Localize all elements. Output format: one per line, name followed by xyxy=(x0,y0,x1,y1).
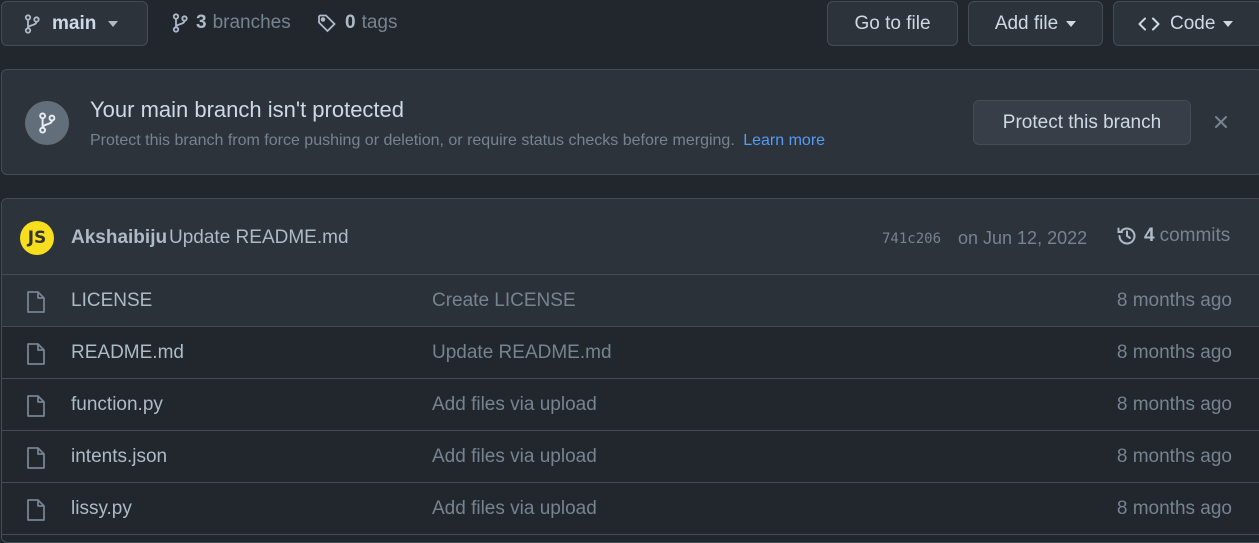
tags-label: tags xyxy=(361,12,398,33)
file-icon xyxy=(26,446,46,470)
file-age: 8 months ago xyxy=(1116,290,1232,311)
go-to-file-label: Go to file xyxy=(854,12,931,34)
branch-name: main xyxy=(52,12,97,34)
protect-branch-button[interactable]: Protect this branch xyxy=(973,100,1191,145)
commits-label: commits xyxy=(1159,225,1231,246)
table-row[interactable]: lissy.py Add files via upload 8 months a… xyxy=(2,483,1259,535)
commits-history-link[interactable]: 4 commits xyxy=(1116,225,1230,247)
repo-toolbar: main 3 branches 0 tags Go to file Add fi… xyxy=(0,0,1259,48)
tags-link[interactable]: 0 tags xyxy=(317,12,398,34)
tags-count: 0 xyxy=(345,12,356,33)
file-icon xyxy=(26,394,46,418)
x-icon[interactable] xyxy=(1213,114,1229,130)
history-icon xyxy=(1116,225,1138,247)
file-commit-message[interactable]: Add files via upload xyxy=(432,394,597,416)
banner-description: Protect this branch from force pushing o… xyxy=(90,132,825,150)
table-row[interactable]: README.md Update README.md 8 months ago xyxy=(2,327,1259,379)
add-file-label: Add file xyxy=(994,12,1059,34)
table-row[interactable]: LICENSE Create LICENSE 8 months ago xyxy=(2,275,1259,327)
file-name[interactable]: lissy.py xyxy=(71,498,132,520)
avatar[interactable]: JS xyxy=(20,221,54,255)
latest-commit-header: JS Akshaibiju Update README.md 741c206 o… xyxy=(2,199,1259,275)
triangle-down-icon xyxy=(108,20,119,27)
commits-count: 4 xyxy=(1144,225,1155,246)
file-commit-message[interactable]: Update README.md xyxy=(432,342,612,364)
commit-sha[interactable]: 741c206 xyxy=(882,231,941,247)
commit-date: on Jun 12, 2022 xyxy=(958,228,1088,248)
file-icon xyxy=(26,342,46,366)
file-icon xyxy=(26,290,46,314)
tag-icon xyxy=(317,13,337,33)
file-name[interactable]: function.py xyxy=(71,394,163,416)
code-button[interactable]: Code xyxy=(1113,1,1259,46)
table-row[interactable]: intents.json Add files via upload 8 mont… xyxy=(2,431,1259,483)
go-to-file-button[interactable]: Go to file xyxy=(827,1,958,46)
triangle-down-icon xyxy=(1066,20,1077,27)
file-name[interactable]: README.md xyxy=(71,342,184,364)
banner-title: Your main branch isn't protected xyxy=(90,97,405,122)
branches-label: branches xyxy=(212,12,291,33)
git-branch-icon xyxy=(172,13,188,33)
branch-select-button[interactable]: main xyxy=(1,1,148,46)
file-icon xyxy=(26,498,46,522)
commit-message[interactable]: Update README.md xyxy=(169,227,349,249)
git-branch-icon xyxy=(25,101,69,145)
file-commit-message[interactable]: Create LICENSE xyxy=(432,290,576,312)
protect-branch-label: Protect this branch xyxy=(1002,111,1162,133)
table-row[interactable]: function.py Add files via upload 8 month… xyxy=(2,379,1259,431)
commit-author[interactable]: Akshaibiju xyxy=(71,227,167,249)
file-commit-message[interactable]: Add files via upload xyxy=(432,446,597,468)
branch-protection-banner: Your main branch isn't protected Protect… xyxy=(1,69,1259,175)
file-age: 8 months ago xyxy=(1116,342,1232,363)
code-label: Code xyxy=(1170,12,1216,34)
file-age: 8 months ago xyxy=(1116,394,1232,415)
file-age: 8 months ago xyxy=(1116,446,1232,467)
branches-link[interactable]: 3 branches xyxy=(172,12,291,34)
add-file-button[interactable]: Add file xyxy=(968,1,1103,46)
file-age: 8 months ago xyxy=(1116,498,1232,519)
git-branch-icon xyxy=(24,13,40,34)
file-name[interactable]: intents.json xyxy=(71,446,167,468)
file-commit-message[interactable]: Add files via upload xyxy=(432,498,597,520)
code-icon xyxy=(1138,17,1160,31)
file-list: JS Akshaibiju Update README.md 741c206 o… xyxy=(1,198,1259,543)
branches-count: 3 xyxy=(196,12,207,33)
triangle-down-icon xyxy=(1223,20,1234,27)
file-name[interactable]: LICENSE xyxy=(71,290,152,312)
learn-more-link[interactable]: Learn more xyxy=(743,132,825,149)
banner-description-text: Protect this branch from force pushing o… xyxy=(90,132,735,149)
